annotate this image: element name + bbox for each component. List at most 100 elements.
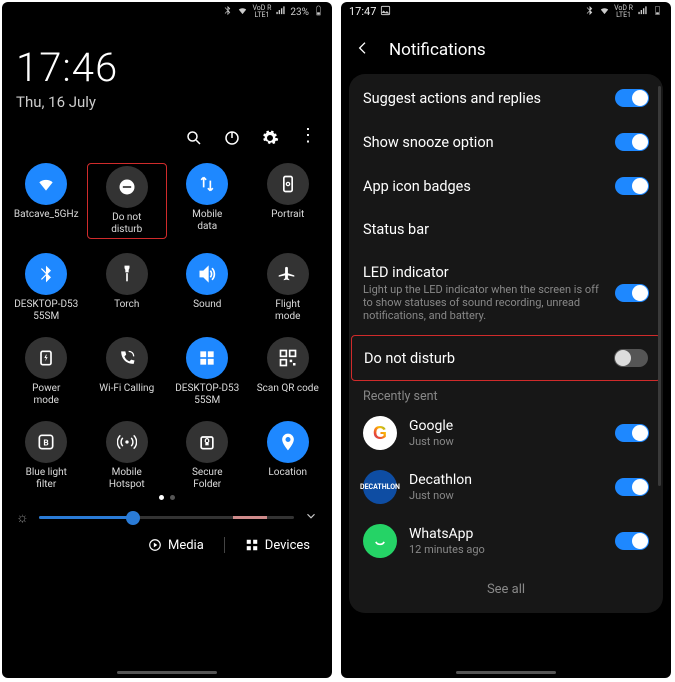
battery-icon [652,5,663,19]
bluelight-icon: B [25,421,67,463]
clock-block: 17:46 Thu, 16 July [2,22,332,111]
tile-label: Wi-Fi Calling [99,383,154,407]
tile-label: Batcave_5GHz [14,209,79,233]
tile-label: Mobiledata [192,209,222,233]
bluetooth-icon [25,253,67,295]
setting-title: Do not disturb [364,350,604,367]
tile-secure[interactable]: SecureFolder [167,421,248,491]
setting-row[interactable]: App icon badges [349,164,663,208]
battery-percent: 23% [290,7,309,18]
power-icon[interactable] [223,129,241,151]
tile-location[interactable]: Location [248,421,329,491]
setting-row[interactable]: LED indicator Light up the LED indicator … [349,251,663,335]
setting-row[interactable]: Suggest actions and replies [349,76,663,120]
tile-power[interactable]: Powermode [6,337,87,407]
tile-label: Sound [193,299,221,323]
recently-sent-label: Recently sent [349,381,663,406]
status-bar: VoD RLTE1 23% [2,2,332,22]
clock-date: Thu, 16 July [16,93,318,111]
nav-handle[interactable] [117,671,217,674]
quick-settings-panel: VoD RLTE1 23% 17:46 Thu, 16 July ⋮ Batca… [2,2,332,678]
setting-title: Suggest actions and replies [363,90,605,107]
signal-icon [275,5,286,19]
tile-label: Location [268,467,307,491]
toggle[interactable] [615,532,649,550]
hotspot-icon [106,421,148,463]
secure-icon [186,421,228,463]
tile-hotspot[interactable]: MobileHotspot [87,421,168,491]
network-label: VoD RLTE1 [252,5,271,19]
tile-torch[interactable]: Torch [87,253,168,323]
app-icon: DECATHLON [363,470,397,504]
brightness-slider[interactable]: ☼ [2,500,332,527]
location-icon [267,421,309,463]
setting-row[interactable]: Do not disturb [351,335,661,381]
setting-row[interactable]: Show snooze option [349,120,663,164]
tile-label: Portrait [271,209,304,233]
tile-label: Torch [114,299,139,323]
tile-wificall[interactable]: Wi-Fi Calling [87,337,168,407]
toggle[interactable] [615,89,649,107]
app-name: Decathlon [409,472,603,488]
header: Notifications [341,22,671,74]
tile-portrait[interactable]: Portrait [248,163,329,239]
toggle[interactable] [614,349,648,367]
gear-icon[interactable] [261,129,279,151]
tile-label: MobileHotspot [109,467,145,491]
toggle[interactable] [615,424,649,442]
devices-button[interactable]: Devices [245,537,310,553]
toggle[interactable] [615,284,649,302]
image-icon [380,5,391,19]
tile-qr[interactable]: Scan QR code [248,337,329,407]
toggle[interactable] [615,133,649,151]
portrait-icon [267,163,309,205]
battery-icon [313,5,324,19]
tile-wifi[interactable]: Batcave_5GHz [6,163,87,239]
setting-title: App icon badges [363,178,605,195]
bluetooth-icon [584,5,595,19]
app-icon: G [363,416,397,450]
tile-label: DESKTOP-D5355SM [14,299,78,323]
status-time: 17:47 [349,5,376,19]
dnd-icon [106,166,148,208]
status-bar: 17:47 VoD RLTE1 [341,2,671,22]
svg-text:B: B [44,438,49,448]
tile-bluetooth[interactable]: DESKTOP-D5355SM [6,253,87,323]
signal-icon [637,5,648,19]
clock-time: 17:46 [16,44,318,91]
toggle[interactable] [615,478,649,496]
torch-icon [106,253,148,295]
media-button[interactable]: Media [148,537,204,553]
network-label: VoD RLTE1 [614,5,633,19]
toggle[interactable] [615,177,649,195]
chevron-down-icon[interactable] [304,508,318,527]
tile-sound[interactable]: Sound [167,253,248,323]
qr-icon [267,337,309,379]
setting-row[interactable]: Status bar [349,208,663,251]
wifi-icon [25,163,67,205]
see-all-button[interactable]: See all [349,568,663,611]
panel-actions: ⋮ [2,111,332,157]
tile-windows[interactable]: DESKTOP-D5355SM [167,337,248,407]
flight-icon [267,253,309,295]
app-row[interactable]: GGoogleJust now [349,406,663,460]
app-row[interactable]: DECATHLON DecathlonJust now [349,460,663,514]
tile-flight[interactable]: Flightmode [248,253,329,323]
app-time: Just now [409,489,603,502]
app-row[interactable]: WhatsApp12 minutes ago [349,514,663,568]
more-icon[interactable]: ⋮ [299,129,316,151]
app-icon [363,524,397,558]
footer-row: Media Devices [2,527,332,553]
search-icon[interactable] [185,129,203,151]
setting-title: LED indicator [363,264,605,281]
nav-handle[interactable] [456,671,556,674]
tile-dnd[interactable]: Do notdisturb [87,163,168,239]
tile-label: Blue lightfilter [26,467,67,491]
setting-subtitle: Light up the LED indicator when the scre… [363,283,605,322]
tile-label: Flightmode [275,299,300,323]
tile-bluelight[interactable]: B Blue lightfilter [6,421,87,491]
tile-data[interactable]: Mobiledata [167,163,248,239]
data-icon [186,163,228,205]
tiles-grid: Batcave_5GHz Do notdisturb Mobiledata Portr… [2,157,332,491]
back-icon[interactable] [355,40,371,60]
